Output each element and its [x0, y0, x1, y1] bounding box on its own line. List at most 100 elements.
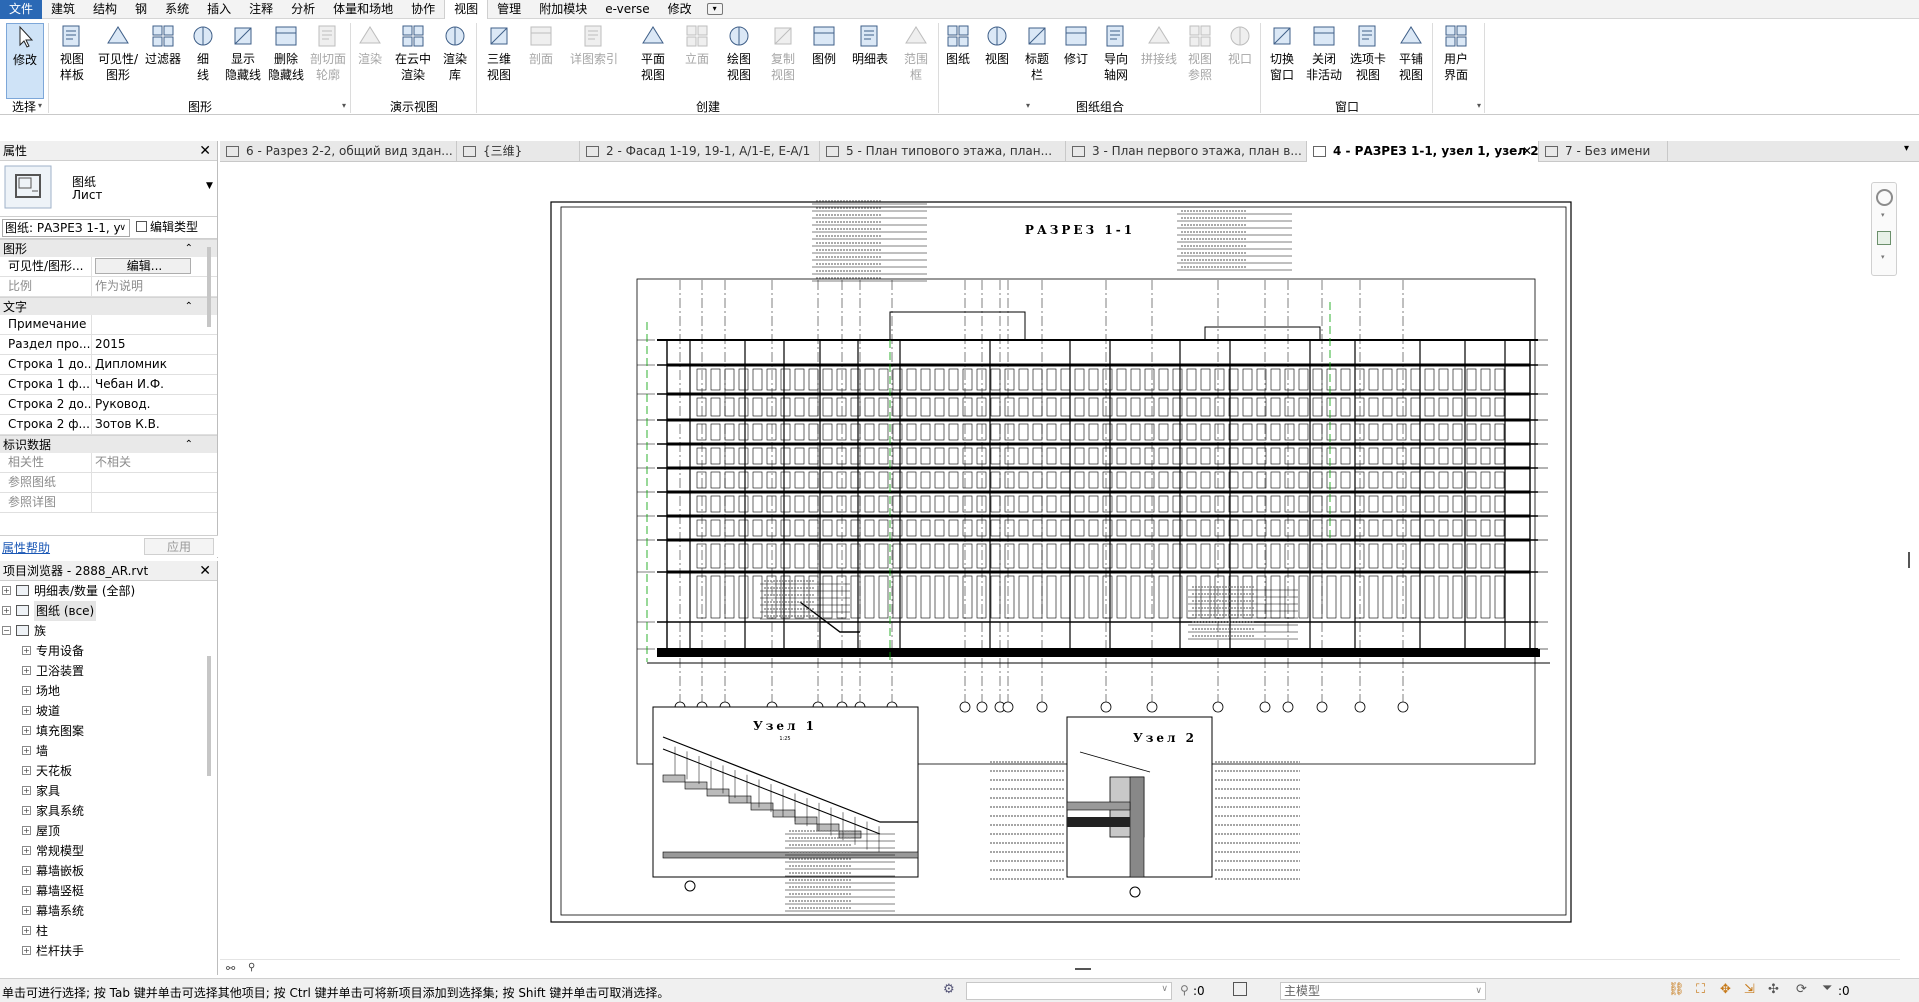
view-tab-3[interactable]: 5 - План типового этажа, план...	[820, 141, 1066, 162]
ribbon-button-12[interactable]: 剖面	[523, 23, 559, 99]
browser-node[interactable]: + 填充图案	[0, 721, 217, 741]
ribbon-button-30[interactable]: 关闭 非活动	[1303, 23, 1345, 99]
expand-icon[interactable]: +	[2, 606, 11, 615]
expand-icon[interactable]: +	[22, 746, 31, 755]
ribbon-button-26[interactable]: 拼接线	[1138, 23, 1180, 99]
expand-icon[interactable]: +	[22, 726, 31, 735]
ribbon-button-14[interactable]: 平面 视图	[632, 23, 674, 99]
ribbon-button-0[interactable]: 修改	[6, 23, 44, 99]
expand-icon[interactable]: +	[22, 806, 31, 815]
chevron-down-icon[interactable]: ▾	[1881, 253, 1885, 261]
ribbon-button-17[interactable]: 复制 视图	[762, 23, 804, 99]
ribbon-button-29[interactable]: 切换 窗口	[1262, 23, 1302, 99]
ribbon-button-27[interactable]: 视图 参照	[1180, 23, 1220, 99]
properties-scrollbar[interactable]	[207, 247, 211, 327]
close-icon[interactable]: ✕	[199, 141, 211, 161]
view-tab-2[interactable]: 2 - Фасад 1-19, 19-1, А/1-Е, Е-А/1	[580, 141, 820, 162]
context-menu-icon[interactable]: ▾	[706, 3, 723, 15]
expand-icon[interactable]: +	[22, 646, 31, 655]
ribbon-button-18[interactable]: 图例	[805, 23, 843, 99]
browser-node[interactable]: + 屋顶	[0, 821, 217, 841]
select-pinned-icon[interactable]: ✥	[1720, 982, 1731, 997]
ribbon-button-7[interactable]: 剖切面 轮廓	[307, 23, 349, 99]
group-expand-icon[interactable]: ▾	[1477, 101, 1481, 110]
expand-icon[interactable]: +	[22, 666, 31, 675]
browser-node[interactable]: + 卫浴装置	[0, 661, 217, 681]
ribbon-button-8[interactable]: 渲染	[352, 23, 388, 99]
ribbon-group-label[interactable]: 图形	[50, 98, 350, 114]
ribbon-group-label[interactable]: 图纸组合	[940, 98, 1260, 114]
menu-tab-3[interactable]: 钢	[126, 0, 156, 19]
menu-tab-11[interactable]: 管理	[488, 0, 530, 19]
ribbon-button-31[interactable]: 选项卡 视图	[1346, 23, 1390, 99]
property-value[interactable]: 不相关	[92, 453, 188, 472]
scroll-thumb[interactable]	[1908, 552, 1910, 568]
menu-tab-12[interactable]: 附加模块	[530, 0, 596, 19]
view-tab-5[interactable]: 4 - РАЗРЕЗ 1-1, узел 1, узел 2 ✕	[1307, 141, 1539, 162]
ribbon-button-1[interactable]: 视图 样板	[52, 23, 92, 99]
properties-section-header[interactable]: 标识数据 ⌃	[0, 435, 217, 453]
browser-node[interactable]: + 场地	[0, 681, 217, 701]
property-value[interactable]: 编辑...	[95, 258, 191, 274]
ribbon-button-2[interactable]: 可见性/ 图形	[96, 23, 140, 99]
browser-node[interactable]: + 家具系统	[0, 801, 217, 821]
collapse-icon[interactable]: −	[2, 626, 11, 635]
ribbon-button-21[interactable]: 图纸	[940, 23, 976, 99]
design-options-icon[interactable]	[1233, 982, 1247, 996]
browser-node[interactable]: + 柱	[0, 921, 217, 941]
steering-wheel-icon[interactable]	[1876, 189, 1893, 206]
menu-tab-14[interactable]: 修改	[659, 0, 701, 19]
ribbon-button-3[interactable]: 过滤器	[143, 23, 183, 99]
drawing-canvas[interactable]: РАЗРЕЗ 1-1 Узел 1 1:25 Узел 2 ▾ ▾	[220, 162, 1900, 972]
browser-node[interactable]: + 天花板	[0, 761, 217, 781]
ribbon-button-9[interactable]: 在云中 渲染	[391, 23, 435, 99]
expand-icon[interactable]: +	[22, 946, 31, 955]
expand-icon[interactable]: +	[2, 586, 11, 595]
instance-filter-dropdown[interactable]: 图纸: РАЗРЕЗ 1-1, у ∨	[2, 219, 130, 237]
zoom-icon[interactable]	[1877, 231, 1891, 245]
edit-type-button[interactable]: 编辑类型	[136, 219, 198, 237]
ribbon-button-28[interactable]: 视口	[1222, 23, 1258, 99]
menu-tab-5[interactable]: 插入	[198, 0, 240, 19]
expand-icon[interactable]: +	[22, 686, 31, 695]
ribbon-button-32[interactable]: 平铺 视图	[1391, 23, 1431, 99]
workset-icon[interactable]: ⚙	[943, 982, 955, 997]
property-value[interactable]: 2015	[92, 335, 188, 354]
chevron-down-icon[interactable]: ▾	[1881, 211, 1885, 219]
browser-node[interactable]: + 常规模型	[0, 841, 217, 861]
apply-button[interactable]: 应用	[144, 538, 214, 555]
ribbon-button-19[interactable]: 明细表	[847, 23, 893, 99]
expand-icon[interactable]: +	[22, 906, 31, 915]
tab-overflow-icon[interactable]: ▾	[1904, 143, 1909, 154]
browser-node[interactable]: + 幕墙竖梃	[0, 881, 217, 901]
pin-icon[interactable]: ⚲	[248, 962, 255, 973]
design-option-dropdown[interactable]: 主模型 ∨	[1280, 982, 1486, 1000]
link-icon[interactable]: ⚯	[226, 962, 235, 975]
ribbon-button-10[interactable]: 渲染 库	[437, 23, 473, 99]
menu-tab-9[interactable]: 协作	[402, 0, 444, 19]
properties-section-header[interactable]: 图形 ⌃	[0, 239, 217, 257]
drag-elements-icon[interactable]: ✣	[1768, 982, 1779, 997]
select-links-icon[interactable]: ⛓	[1668, 982, 1685, 997]
browser-node[interactable]: + 明细表/数量 (全部)	[0, 581, 217, 601]
browser-node[interactable]: + 栏杆扶手	[0, 941, 217, 961]
menu-tab-6[interactable]: 注释	[240, 0, 282, 19]
view-tab-1[interactable]: {三维}	[457, 141, 580, 162]
ribbon-button-33[interactable]: 用户 界面	[1436, 23, 1476, 99]
ribbon-group-label[interactable]: 窗口	[1262, 98, 1432, 114]
vertical-scrollbar[interactable]	[1900, 162, 1919, 972]
type-selector[interactable]: 图纸 Лист ▼	[0, 161, 217, 217]
select-by-face-icon[interactable]: ⇲	[1744, 982, 1755, 997]
group-expand-icon[interactable]: ▾	[1026, 101, 1030, 110]
ribbon-button-20[interactable]: 范围 框	[897, 23, 935, 99]
expand-icon[interactable]: +	[22, 846, 31, 855]
view-tab-0[interactable]: 6 - Разрез 2-2, общий вид здан...	[220, 141, 457, 162]
expand-icon[interactable]: +	[22, 786, 31, 795]
browser-node[interactable]: + 幕墙嵌板	[0, 861, 217, 881]
menu-tab-4[interactable]: 系统	[156, 0, 198, 19]
horizontal-scroll-thumb[interactable]	[1075, 968, 1091, 970]
workset-dropdown[interactable]: ∨	[966, 982, 1172, 1000]
chevron-down-icon[interactable]: ▼	[206, 181, 213, 191]
property-value[interactable]	[92, 473, 188, 492]
ribbon-button-4[interactable]: 细 线	[186, 23, 220, 99]
